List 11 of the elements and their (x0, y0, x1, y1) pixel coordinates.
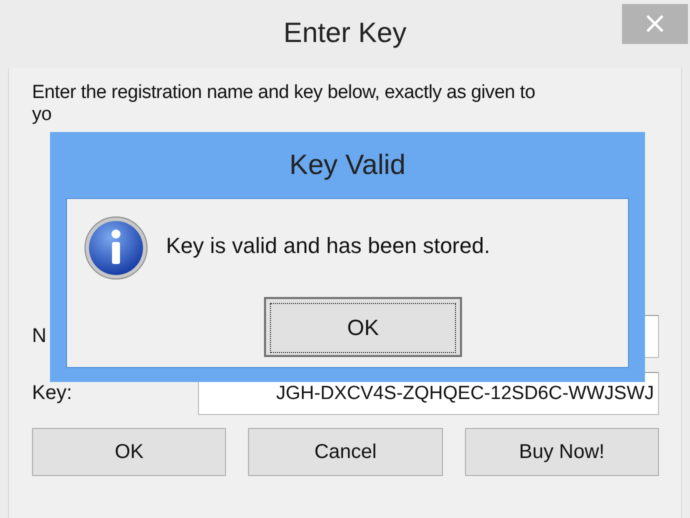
message-text: Key is valid and has been stored. (166, 233, 490, 259)
instruction-text: Enter the registration name and key below, exactly as given to yo (32, 82, 536, 126)
info-icon (83, 215, 149, 281)
dialog-button[interactable]: Cancel (248, 428, 443, 476)
field-label: Key: (32, 382, 74, 405)
dialog-title: Key Valid (288, 148, 407, 182)
ok-button[interactable]: OK (264, 297, 462, 357)
window-title: Enter Key (284, 17, 406, 49)
dialog-button[interactable]: OK (32, 428, 226, 476)
field-label: N (32, 325, 48, 348)
dialog-button[interactable]: Buy Now! (464, 428, 659, 476)
